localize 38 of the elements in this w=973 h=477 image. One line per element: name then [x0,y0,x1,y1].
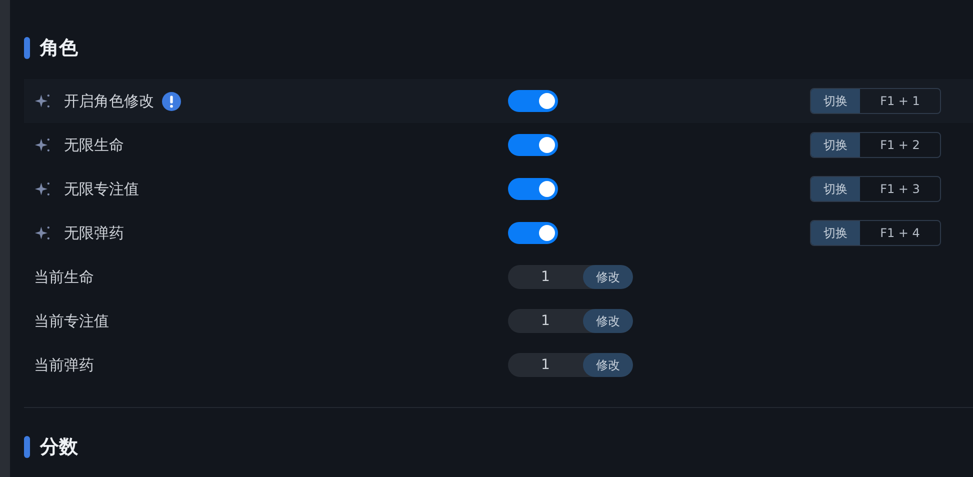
option-label: 无限生命 [64,136,124,154]
modify-button[interactable]: 修改 [583,265,633,289]
hotkey-control[interactable]: 切换 F1 + 2 [810,132,941,158]
section-marker [24,37,30,59]
modify-button[interactable]: 修改 [583,353,633,377]
sparkle-icon [34,136,52,154]
option-label: 开启角色修改 [64,92,154,110]
value-label: 当前专注值 [34,312,109,330]
value-label: 当前弹药 [34,356,94,374]
toggle-switch[interactable] [508,134,558,156]
hotkey-keys: F1 + 4 [860,221,940,245]
number-field[interactable]: 1 修改 [508,353,633,377]
info-icon[interactable] [162,92,181,110]
modify-button[interactable]: 修改 [583,309,633,333]
value-label: 当前生命 [34,268,94,286]
hotkey-control[interactable]: 切换 F1 + 1 [810,88,941,114]
hotkey-keys: F1 + 2 [860,133,940,157]
hotkey-keys: F1 + 3 [860,177,940,201]
number-field[interactable]: 1 修改 [508,265,633,289]
number-field[interactable]: 1 修改 [508,309,633,333]
sparkle-icon [34,224,52,242]
section-title: 角色 [40,36,78,61]
hotkey-action: 切换 [811,177,860,201]
toggle-switch[interactable] [508,222,558,244]
hotkey-control[interactable]: 切换 F1 + 4 [810,220,941,246]
toggle-switch[interactable] [508,90,558,112]
hotkey-action: 切换 [811,133,860,157]
sparkle-icon [34,92,52,110]
section-title: 分数 [40,435,78,460]
option-label: 无限弹药 [64,224,124,242]
option-label: 无限专注值 [64,180,139,198]
sparkle-icon [34,180,52,198]
hotkey-control[interactable]: 切换 F1 + 3 [810,176,941,202]
hotkey-action: 切换 [811,221,860,245]
section-marker [24,436,30,458]
toggle-switch[interactable] [508,178,558,200]
hotkey-action: 切换 [811,89,860,113]
hotkey-keys: F1 + 1 [860,89,940,113]
